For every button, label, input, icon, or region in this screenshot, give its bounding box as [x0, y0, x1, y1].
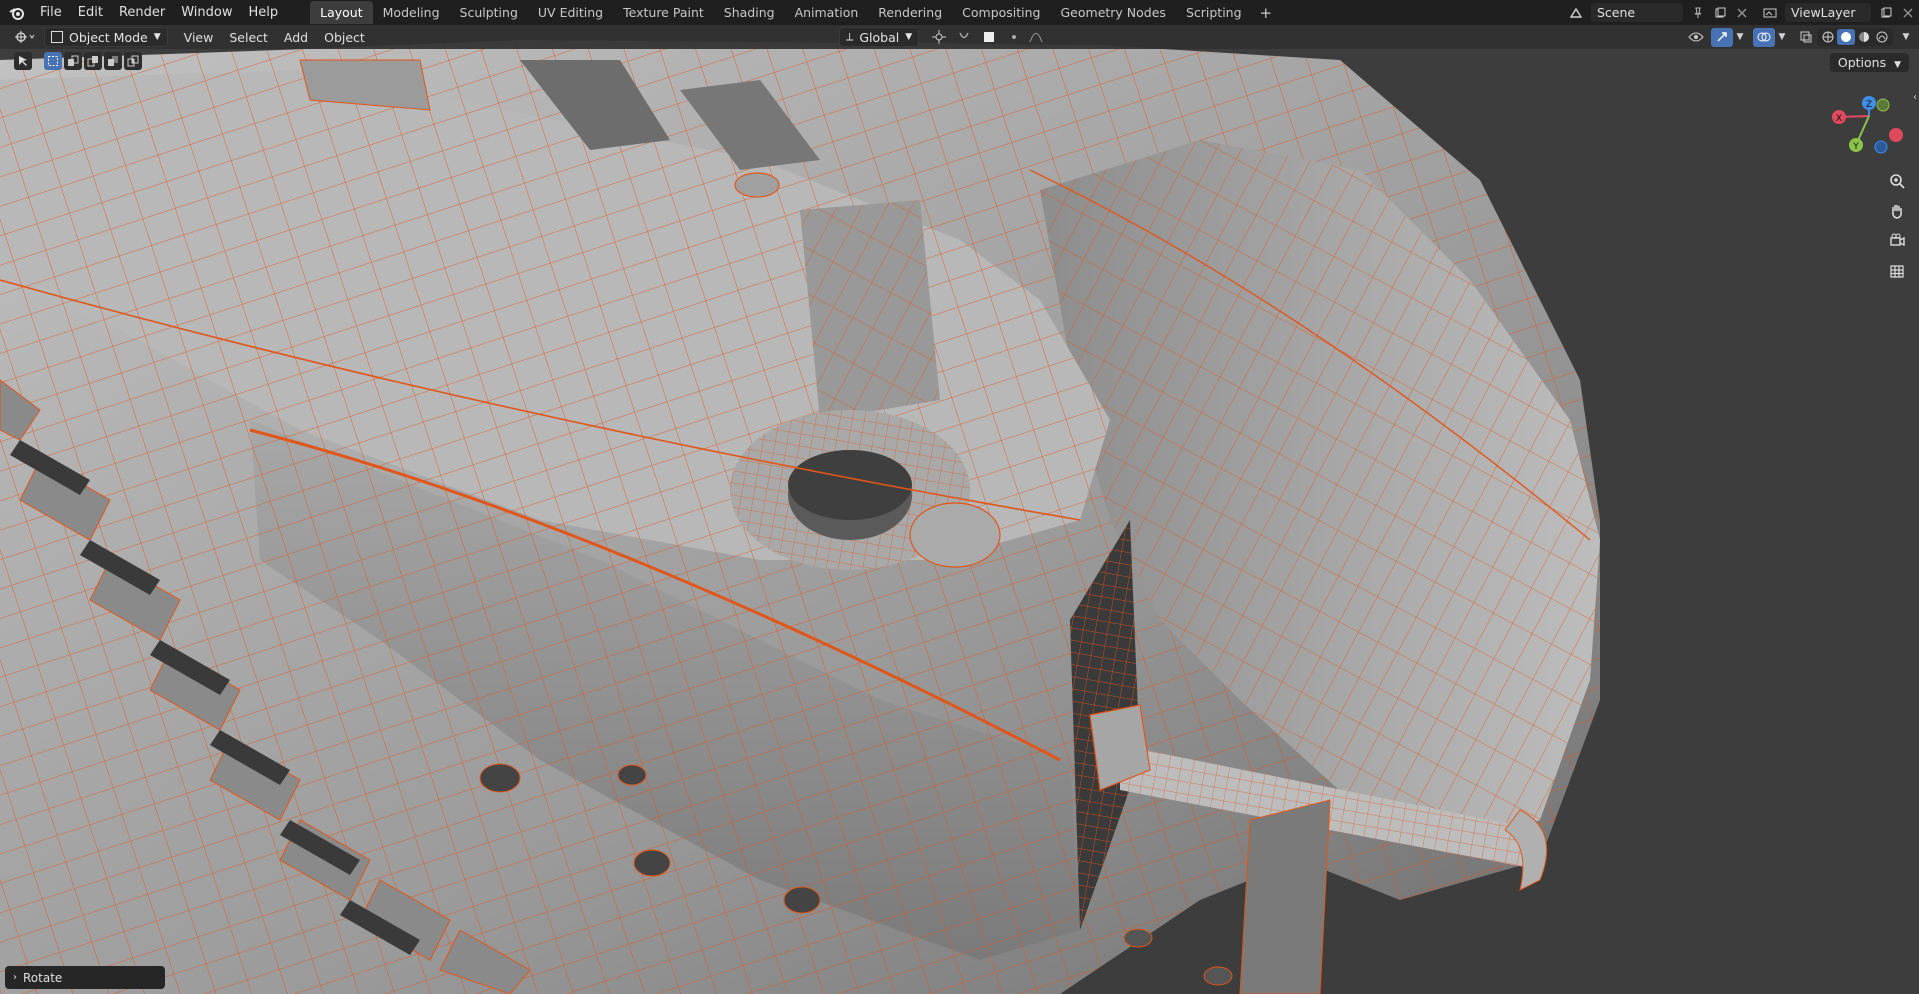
editor-type-icon[interactable] — [10, 28, 40, 47]
menu-help[interactable]: Help — [241, 2, 287, 23]
viewlayer-name: ViewLayer — [1791, 5, 1856, 20]
tab-sculpting[interactable]: Sculpting — [450, 1, 528, 24]
tab-compositing[interactable]: Compositing — [952, 1, 1050, 24]
tab-uv-editing[interactable]: UV Editing — [528, 1, 613, 24]
rendered-shading-icon[interactable] — [1873, 29, 1891, 45]
hand-icon[interactable] — [1884, 198, 1910, 224]
menu-add[interactable]: Add — [276, 27, 316, 48]
new-scene-icon[interactable] — [1709, 3, 1731, 22]
overlay-dropdown-icon[interactable]: ▼ — [1775, 28, 1789, 47]
orientation-label: Global — [859, 29, 900, 45]
overlay-icon[interactable] — [1753, 27, 1775, 47]
select-cursor-icon[interactable] — [14, 52, 32, 70]
menu-file[interactable]: File — [32, 2, 70, 23]
xray-icon[interactable] — [1795, 28, 1817, 47]
delete-scene-icon[interactable] — [1731, 3, 1753, 22]
tab-modeling[interactable]: Modeling — [373, 1, 450, 24]
tab-texture-paint[interactable]: Texture Paint — [613, 1, 714, 24]
falloff-icon[interactable] — [1025, 28, 1047, 47]
viewport-display-tools: ▼ ▼ ▼ — [1681, 25, 1919, 49]
solid-shading-icon[interactable] — [1837, 29, 1855, 45]
delete-viewlayer-icon[interactable] — [1897, 3, 1919, 22]
transform-orientation-dropdown[interactable]: ⟂ Global ▼ — [839, 27, 920, 47]
viewlayer-field[interactable]: ViewLayer — [1785, 3, 1871, 22]
menu-select[interactable]: Select — [221, 27, 276, 48]
chevron-down-icon: ▼ — [905, 32, 913, 42]
top-bar: File Edit Render Window Help Layout Mode… — [0, 0, 1919, 25]
visibility-icon[interactable] — [1681, 28, 1711, 47]
select-box-icon[interactable] — [44, 52, 62, 70]
gizmo-icon[interactable] — [1711, 27, 1733, 47]
tab-geometry-nodes[interactable]: Geometry Nodes — [1051, 1, 1176, 24]
gizmo-dropdown-icon[interactable]: ▼ — [1733, 28, 1747, 47]
camera-icon[interactable] — [1884, 228, 1910, 254]
svg-text:Y: Y — [1852, 142, 1859, 152]
menu-object[interactable]: Object — [316, 27, 373, 48]
viewport-3d[interactable] — [0, 0, 1919, 994]
last-operator-panel[interactable]: › Rotate — [5, 966, 165, 989]
scene-name: Scene — [1597, 5, 1636, 20]
workspace-tabs: Layout Modeling Sculpting UV Editing Tex… — [310, 1, 1280, 24]
select-invert-icon[interactable] — [104, 52, 122, 70]
tab-rendering[interactable]: Rendering — [868, 1, 952, 24]
mode-dropdown[interactable]: Object Mode ▼ — [44, 27, 168, 47]
mode-label: Object Mode — [69, 29, 148, 45]
select-subtract-icon[interactable] — [84, 52, 102, 70]
scene-controls: Scene ViewLayer — [1565, 0, 1919, 25]
chevron-right-icon: › — [13, 972, 17, 983]
pin-icon[interactable] — [1687, 3, 1709, 22]
grid-icon[interactable] — [1884, 258, 1910, 284]
navigation-gizmo[interactable]: Z X Y — [1826, 90, 1912, 160]
menu-view[interactable]: View — [176, 27, 222, 48]
chevron-down-icon: ▼ — [1894, 60, 1901, 70]
operator-label: Rotate — [23, 970, 63, 985]
viewlayer-icon[interactable] — [1759, 3, 1781, 22]
snap-target-icon[interactable] — [975, 28, 1003, 47]
menu-edit[interactable]: Edit — [70, 2, 111, 23]
tab-layout[interactable]: Layout — [310, 1, 373, 24]
options-label: Options — [1837, 55, 1887, 70]
tab-shading[interactable]: Shading — [714, 1, 785, 24]
orientation-icon: ⟂ — [846, 30, 854, 43]
scene-icon[interactable] — [1565, 3, 1587, 22]
select-tools — [14, 52, 144, 70]
object-mode-icon — [51, 31, 63, 43]
tab-animation[interactable]: Animation — [785, 1, 869, 24]
options-dropdown[interactable]: Options ▼ — [1829, 53, 1909, 72]
snap-icon[interactable] — [953, 28, 975, 47]
zoom-icon[interactable] — [1884, 168, 1910, 194]
scene-name-field[interactable]: Scene — [1591, 3, 1683, 22]
add-workspace-button[interactable]: + — [1252, 2, 1281, 24]
transform-tools: ⟂ Global ▼ — [835, 25, 1047, 49]
material-shading-icon[interactable] — [1855, 29, 1873, 45]
new-viewlayer-icon[interactable] — [1875, 3, 1897, 22]
menu-window[interactable]: Window — [173, 2, 240, 23]
select-extend-icon[interactable] — [64, 52, 82, 70]
chevron-down-icon: ▼ — [153, 32, 161, 42]
menu-render[interactable]: Render — [111, 2, 173, 23]
svg-text:X: X — [1836, 114, 1842, 124]
wireframe-shading-icon[interactable] — [1819, 29, 1837, 45]
shading-dropdown-icon[interactable]: ▼ — [1899, 28, 1913, 47]
shading-modes — [1817, 28, 1893, 46]
proportional-edit-icon[interactable] — [1003, 28, 1025, 47]
pivot-icon[interactable] — [925, 28, 953, 47]
tab-scripting[interactable]: Scripting — [1176, 1, 1252, 24]
svg-text:Z: Z — [1866, 100, 1872, 110]
select-intersect-icon[interactable] — [124, 52, 142, 70]
sidebar-toggle-icon[interactable]: ‹ — [1913, 92, 1917, 103]
blender-logo-icon[interactable] — [8, 4, 26, 22]
